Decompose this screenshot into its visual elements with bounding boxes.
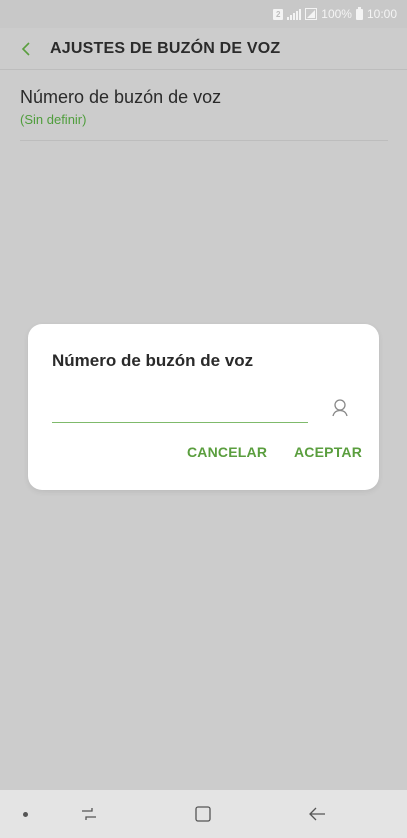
voicemail-number-setting[interactable]: Número de buzón de voz (Sin definir) (20, 82, 388, 141)
signal-box-icon (305, 8, 318, 20)
clock: 10:00 (366, 7, 397, 21)
accept-button[interactable]: ACEPTAR (294, 444, 362, 460)
voicemail-number-field-wrap (52, 398, 308, 423)
signal-icon (287, 8, 302, 20)
home-button[interactable] (188, 800, 218, 828)
person-icon (332, 399, 348, 417)
voicemail-number-dialog: Número de buzón de voz CANCELAR ACEPTAR (28, 324, 379, 490)
status-bar: 2 100% 10:00 (0, 0, 407, 28)
arrow-left-icon (309, 807, 325, 821)
battery-icon (355, 6, 363, 20)
home-icon (195, 806, 211, 822)
battery-percent: 100% (321, 7, 352, 21)
app-bar: AJUSTES DE BUZÓN DE VOZ (0, 28, 407, 70)
sim-icon: 2 (273, 8, 284, 20)
page-title: AJUSTES DE BUZÓN DE VOZ (50, 39, 281, 57)
setting-subtitle: (Sin definir) (20, 112, 87, 127)
contacts-button[interactable] (326, 394, 354, 422)
voicemail-number-input[interactable] (52, 398, 308, 422)
nav-dot-icon[interactable] (23, 812, 28, 817)
cancel-button[interactable]: CANCELAR (187, 444, 267, 460)
setting-title: Número de buzón de voz (20, 87, 222, 107)
navigation-bar (0, 790, 407, 838)
recents-button[interactable] (74, 800, 104, 828)
nav-back-button[interactable] (302, 800, 332, 828)
recents-icon (82, 808, 96, 820)
dialog-title: Número de buzón de voz (52, 351, 254, 370)
back-button[interactable] (6, 28, 46, 70)
chevron-left-icon (21, 41, 30, 56)
